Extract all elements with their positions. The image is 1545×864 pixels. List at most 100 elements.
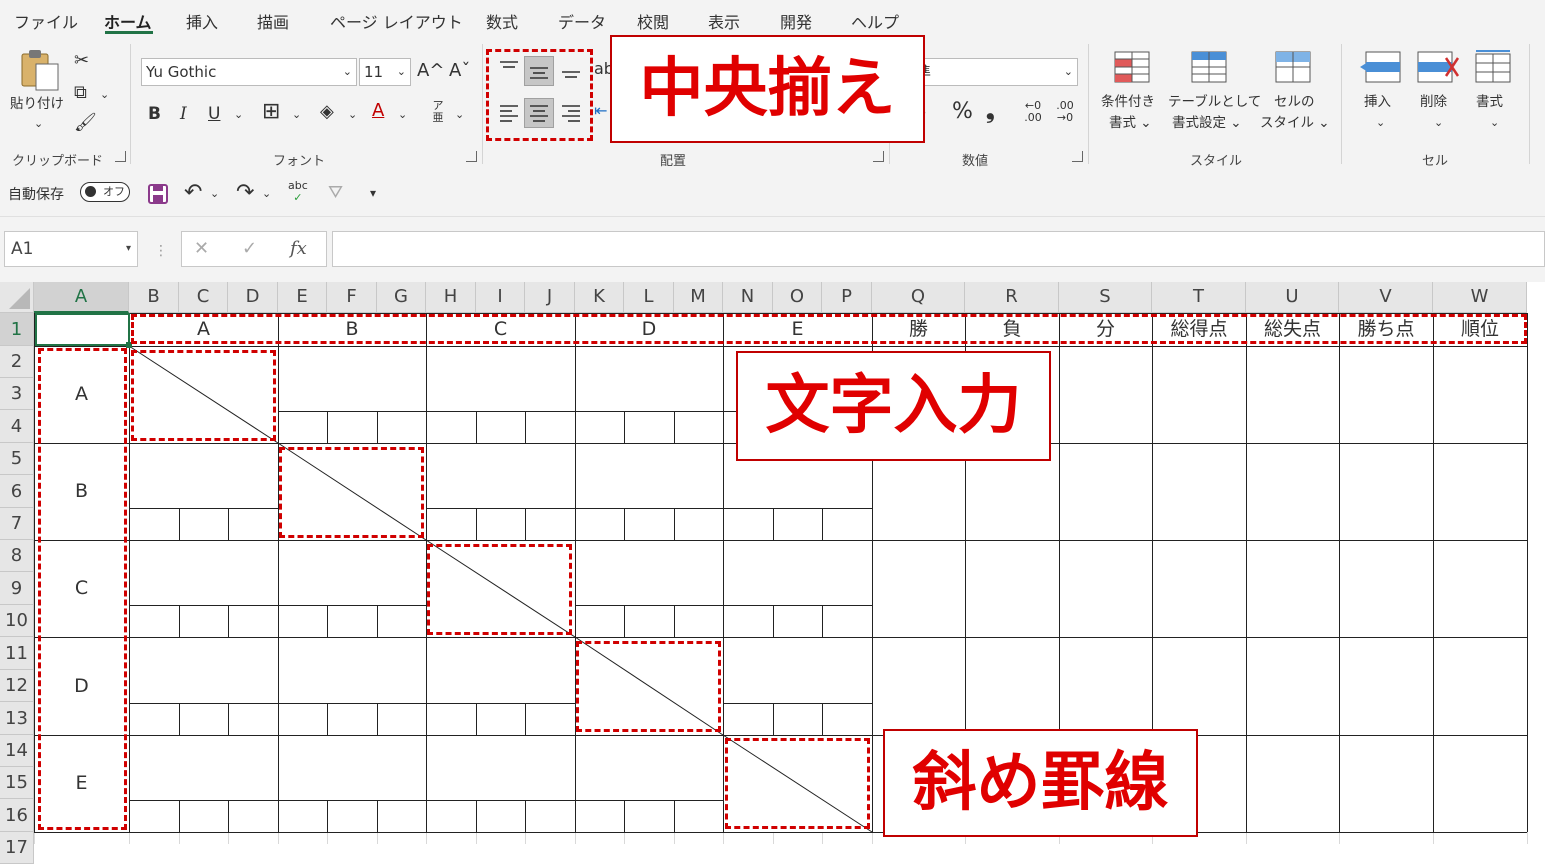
percent-button[interactable]: % (952, 101, 973, 123)
underline-button[interactable]: U (208, 103, 220, 125)
tab-home[interactable]: ホーム (104, 9, 152, 33)
chevron-down-icon[interactable]: ⌄ (292, 104, 301, 126)
grid-line (34, 832, 1527, 833)
enter-icon[interactable]: ✓ (242, 238, 257, 260)
phonetic-icon[interactable]: ア亜 (428, 100, 448, 124)
redo-icon[interactable]: ↷ (236, 182, 254, 204)
grid-line (476, 411, 477, 443)
cut-icon[interactable]: ✂ (74, 50, 89, 72)
font-name-combo[interactable]: Yu Gothic ⌄ (141, 58, 357, 86)
bold-button[interactable]: B (148, 103, 161, 125)
grid-line (278, 411, 426, 412)
tab-help[interactable]: ヘルプ (851, 9, 899, 33)
group-divider (1529, 44, 1530, 164)
grid-line (377, 832, 378, 844)
grid-line (377, 800, 378, 832)
autosave-toggle[interactable]: オフ (80, 182, 130, 202)
table-format-icon (1191, 51, 1227, 83)
increase-decimal-icon[interactable]: ←0.00 (1020, 100, 1046, 124)
delete-cells-button[interactable]: 削除 ⌄ (1410, 50, 1466, 136)
paste-button[interactable]: 貼り付け ⌄ (8, 48, 70, 133)
tab-file[interactable]: ファイル (14, 9, 78, 33)
font-color-icon[interactable]: A (372, 100, 384, 122)
group-label-number: 数値 (962, 154, 989, 169)
formula-buttons: ✕ ✓ fx (181, 231, 327, 267)
grid-line (624, 411, 625, 443)
tab-page-layout[interactable]: ページ レイアウト (330, 9, 463, 33)
grid-line (34, 832, 35, 844)
customize-qat-icon[interactable]: ▾ (370, 182, 376, 204)
grid-line (278, 800, 426, 801)
format-painter-icon[interactable]: 🖌 (74, 112, 97, 134)
copy-icon[interactable]: ⧉ (74, 82, 87, 104)
row-team-column-highlight (38, 348, 127, 830)
name-box[interactable]: A1 ▾ (4, 231, 138, 267)
tab-draw[interactable]: 描画 (257, 9, 289, 33)
tab-review[interactable]: 校閲 (637, 9, 669, 33)
grid-line (822, 508, 823, 540)
grid-line (476, 832, 477, 844)
grid-line (228, 832, 229, 844)
group-label-font: フォント (273, 154, 326, 169)
group-label-alignment: 配置 (660, 154, 687, 169)
active-cell-a1[interactable] (35, 313, 130, 346)
undo-icon[interactable]: ↶ (184, 182, 202, 204)
formula-input[interactable] (332, 231, 1545, 267)
grid-line (674, 605, 675, 637)
format-cells-icon (1475, 50, 1511, 83)
decrease-font-icon[interactable]: Aˇ (449, 60, 470, 82)
fill-color-icon[interactable]: ◈ (320, 101, 334, 123)
more-icon: ⋮ (154, 243, 168, 259)
format-cells-button[interactable]: 書式 ⌄ (1466, 50, 1522, 136)
insert-function-button[interactable]: fx (290, 238, 307, 260)
insert-cells-button[interactable]: 挿入 ⌄ (1352, 50, 1408, 136)
tab-insert[interactable]: 挿入 (186, 9, 218, 33)
filter-clear-icon[interactable]: ⛛ (328, 182, 343, 204)
cell-styles-button[interactable]: セルの スタイル ⌄ (1258, 50, 1330, 136)
conditional-format-icon (1114, 51, 1150, 83)
grid-line (476, 508, 477, 540)
decrease-indent-icon[interactable]: ⇤ (594, 100, 607, 122)
dialog-launcher-icon[interactable] (115, 151, 126, 162)
tab-data[interactable]: データ (558, 9, 606, 33)
conditional-format-button[interactable]: 条件付き 書式 ⌄ (1099, 50, 1167, 136)
decrease-decimal-icon[interactable]: .00 →0 (1052, 100, 1078, 124)
chevron-down-icon[interactable]: ⌄ (455, 104, 464, 126)
save-icon[interactable] (147, 183, 169, 205)
tab-developer[interactable]: 開発 (780, 9, 812, 33)
grid-line (525, 508, 526, 540)
chevron-down-icon[interactable]: ⌄ (234, 104, 243, 126)
spelling-icon[interactable]: abc ✓ (288, 180, 308, 204)
grid-line (674, 508, 675, 540)
comma-button[interactable]: ❟ (986, 101, 995, 123)
grid-line (327, 800, 328, 832)
chevron-down-icon[interactable]: ⌄ (348, 104, 357, 126)
border-icon[interactable]: ⊞ (262, 101, 280, 123)
clipboard-icon (21, 50, 59, 91)
tab-view[interactable]: 表示 (708, 9, 740, 33)
grid-line (377, 605, 378, 637)
chevron-down-icon[interactable]: ⌄ (398, 104, 407, 126)
format-as-table-button[interactable]: テーブルとして 書式設定 ⌄ (1168, 50, 1261, 136)
diagonal-cell-highlight-b (279, 447, 424, 538)
dialog-launcher-icon[interactable] (873, 151, 884, 162)
chevron-down-icon[interactable]: ⌄ (210, 183, 219, 205)
diagonal-cell-highlight-c (427, 544, 572, 635)
grid-line (179, 800, 180, 832)
increase-font-icon[interactable]: A^ (417, 60, 444, 82)
grid-line (1433, 832, 1434, 844)
active-tab-indicator (105, 31, 153, 34)
grid-line (377, 411, 378, 443)
font-size-combo[interactable]: 11 ⌄ (359, 58, 411, 86)
italic-button[interactable]: I (180, 103, 187, 125)
chevron-down-icon[interactable]: ⌄ (100, 84, 109, 106)
diagonal-cell-highlight-a (131, 350, 276, 441)
tab-formulas[interactable]: 数式 (486, 9, 518, 33)
cancel-icon[interactable]: ✕ (194, 238, 209, 260)
chevron-down-icon[interactable]: ⌄ (262, 183, 271, 205)
dialog-launcher-icon[interactable] (1072, 151, 1083, 162)
autosave-state: オフ (103, 185, 125, 198)
group-divider (130, 44, 131, 164)
format-as-table-label-2: 書式設定 ⌄ (1172, 115, 1242, 131)
dialog-launcher-icon[interactable] (466, 151, 477, 162)
